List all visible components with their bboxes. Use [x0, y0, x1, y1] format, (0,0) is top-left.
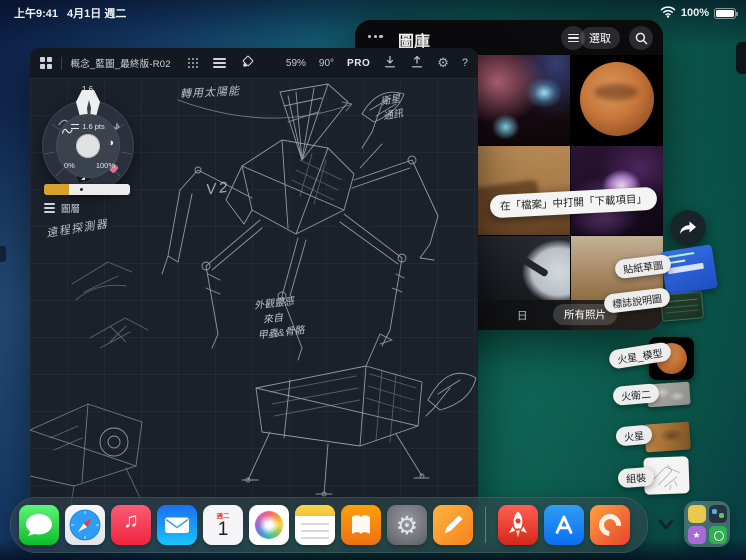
- app-notes[interactable]: [295, 505, 335, 545]
- left-edge-tab[interactable]: [0, 246, 6, 262]
- app-mail[interactable]: [157, 505, 197, 545]
- ipad-screen: 上午9:41 4月1日 週二 100% 圖庫 選取 日 所有照片 轉用太陽能 衛…: [0, 0, 746, 560]
- pro-badge[interactable]: PRO: [347, 58, 370, 69]
- app-library-mini-purple: ★: [687, 525, 706, 544]
- layers-label: 圖層: [61, 204, 81, 215]
- notes-header-strip: [295, 505, 335, 516]
- brush-size-value: 1.6: [82, 85, 94, 94]
- tab-day[interactable]: 日: [517, 308, 528, 323]
- color-swatch-gold[interactable]: [44, 184, 69, 195]
- export-button[interactable]: [410, 55, 424, 72]
- status-time: 上午9:41: [14, 8, 59, 20]
- select-button[interactable]: 選取: [580, 27, 620, 49]
- app-color-swirl[interactable]: [590, 505, 630, 545]
- open-book-icon: [352, 515, 370, 534]
- mail-envelope-icon: [165, 517, 189, 533]
- rocket-icon: [509, 511, 527, 538]
- search-icon: [635, 32, 647, 44]
- messages-bubble-icon: [26, 514, 52, 536]
- toolbar-divider: [60, 56, 62, 70]
- dock: ♫ 週二 1 ⚙: [10, 497, 648, 553]
- grid-options-icon[interactable]: [187, 57, 199, 69]
- app-books[interactable]: [341, 505, 381, 545]
- dock-collapse-button[interactable]: [650, 508, 682, 540]
- app-rocket[interactable]: [498, 505, 538, 545]
- rotation-value[interactable]: 90°: [319, 58, 334, 69]
- drag-label-assembly: 組裝: [617, 466, 655, 489]
- wifi-icon: [660, 5, 676, 21]
- more-options-button[interactable]: [368, 35, 383, 39]
- battery-icon: [714, 7, 738, 19]
- app-settings[interactable]: ⚙: [387, 505, 427, 545]
- layers-button[interactable]: 圖層: [38, 201, 80, 215]
- forward-arrow-icon: [680, 221, 696, 234]
- app-library-mini-dark: [708, 504, 727, 523]
- layers-panel-icon[interactable]: [213, 57, 227, 69]
- app-app-store[interactable]: [544, 505, 584, 545]
- slideover-edge-tab[interactable]: [736, 42, 746, 74]
- status-bar: 上午9:41 4月1日 週二 100%: [0, 0, 746, 24]
- import-button[interactable]: [383, 55, 397, 72]
- app-safari[interactable]: [65, 505, 105, 545]
- brush-size-label: 1.6 pts: [82, 122, 105, 131]
- calendar-day: 1: [217, 519, 229, 540]
- battery-percent: 100%: [680, 7, 709, 19]
- gallery-icon[interactable]: [40, 57, 52, 69]
- app-library[interactable]: ★: [684, 501, 730, 547]
- settings-gear-icon[interactable]: ⚙: [437, 55, 449, 71]
- photos-flower-icon: [255, 511, 283, 539]
- dock-divider: [485, 507, 486, 543]
- share-forward-button[interactable]: [670, 210, 706, 246]
- pen-icon: [444, 515, 463, 534]
- app-store-a-icon: [555, 515, 573, 534]
- app-photos[interactable]: [249, 505, 289, 545]
- safari-compass-icon: [69, 509, 101, 541]
- app-library-mini-green: [708, 525, 727, 544]
- app-messages[interactable]: [19, 505, 59, 545]
- help-button[interactable]: ?: [462, 57, 468, 69]
- layers-icon: [44, 202, 55, 214]
- gear-icon: ⚙: [395, 512, 419, 540]
- photo-mars-globe[interactable]: [571, 55, 663, 145]
- tool-wheel-knob[interactable]: [76, 134, 100, 158]
- selection-lasso-icon[interactable]: [241, 54, 255, 73]
- chevron-down-icon: [658, 519, 674, 530]
- export-icon: [412, 55, 423, 67]
- status-date: 4月1日 週二: [67, 8, 127, 20]
- music-note-icon: ♫: [123, 509, 139, 532]
- import-icon: [385, 55, 396, 67]
- color-picker-dot: [80, 188, 84, 191]
- app-concepts[interactable]: [433, 505, 473, 545]
- app-music[interactable]: ♫: [111, 505, 151, 545]
- photo-mars-landscape[interactable]: [478, 146, 570, 235]
- opacity-max-label: 100%: [95, 161, 115, 170]
- concepts-app-window: 轉用太陽能 衛星 通訊 V2 遠程探測器 外觀靈感 來自 甲蟲&骨骼 概念_藍圖…: [30, 48, 478, 512]
- document-title[interactable]: 概念_藍圖_最終版-R02: [71, 56, 171, 70]
- tool-wheel[interactable]: 1.6 1.6 pts ◑ 0% 100%: [42, 85, 134, 192]
- color-bar[interactable]: [44, 184, 130, 195]
- zoom-level[interactable]: 59%: [286, 58, 306, 69]
- app-calendar[interactable]: 週二 1: [203, 505, 243, 545]
- app-library-mini-yellow: [687, 504, 706, 523]
- swirl-icon: [594, 509, 626, 541]
- opacity-icon[interactable]: ◑: [107, 137, 114, 149]
- photo-nebula-orion[interactable]: [478, 55, 570, 145]
- concepts-toolbar: 概念_藍圖_最終版-R02 59% 90° PRO ⚙ ?: [30, 48, 478, 78]
- opacity-min-label: 0%: [64, 161, 75, 170]
- search-button[interactable]: [629, 26, 653, 50]
